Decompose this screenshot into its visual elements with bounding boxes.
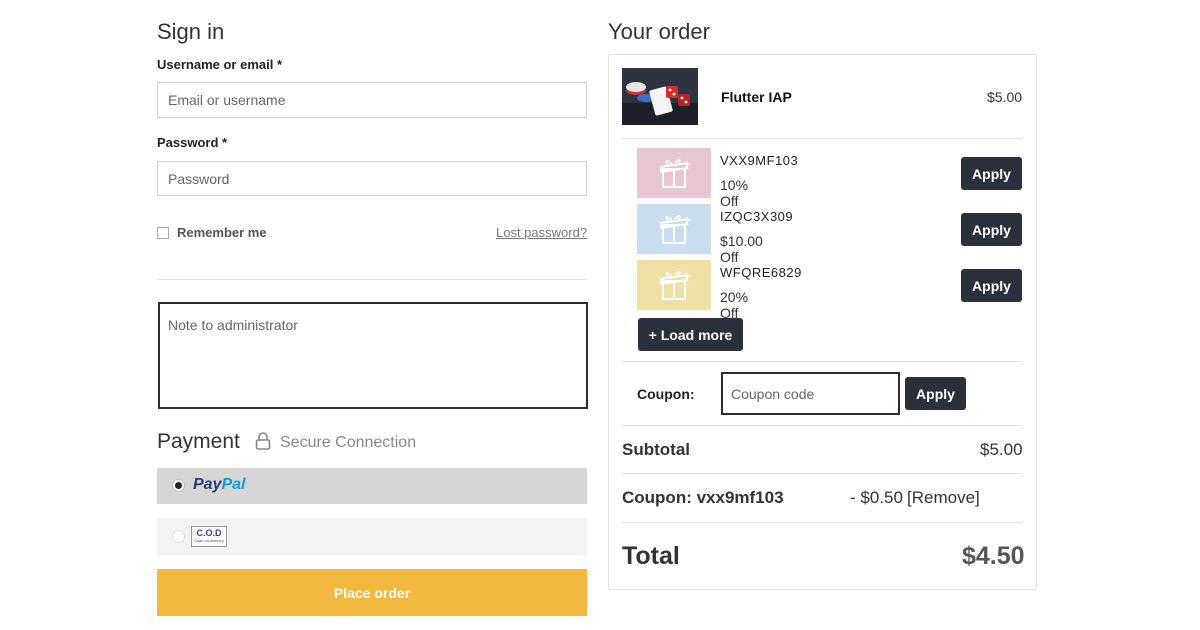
coupon-apply-button[interactable]: Apply (961, 157, 1022, 190)
coupon-discount: $10.00 Off (720, 233, 763, 265)
remove-coupon-link[interactable]: [Remove] (907, 488, 980, 508)
place-order-label: Place order (333, 584, 411, 601)
remember-me-label: Remember me (177, 225, 267, 240)
coupon-discount: 10% Off (720, 177, 749, 209)
order-divider-5 (622, 522, 1022, 523)
coupon-code: WFQRE6829 (720, 265, 802, 280)
coupon-discount: 20% Off (720, 289, 749, 321)
gift-icon (659, 215, 691, 244)
username-input[interactable]: Email or username (157, 82, 587, 118)
cod-logo: C.O.D Cash on delivery (191, 526, 227, 547)
signin-divider (157, 279, 587, 280)
total-label: Total (622, 542, 680, 570)
payment-title: Payment (157, 430, 240, 453)
applied-coupon-value: - $0.50 (850, 488, 903, 507)
secure-connection-label: Secure Connection (280, 434, 417, 451)
place-order-button[interactable]: Place order (157, 569, 587, 616)
order-title: Your order (608, 19, 710, 44)
coupon-label: Coupon: (637, 386, 695, 402)
coupon-apply-button[interactable]: Apply (961, 213, 1022, 246)
applied-coupon-label: Coupon: vxx9mf103 (622, 488, 784, 507)
lost-password-link[interactable]: Lost password? (496, 225, 587, 240)
gift-icon (659, 271, 691, 300)
subtotal-label: Subtotal (622, 440, 690, 459)
payment-option-cod[interactable]: C.O.D Cash on delivery (157, 518, 587, 555)
product-thumbnail (622, 68, 698, 125)
load-more-button[interactable]: + Load more (638, 318, 743, 351)
username-placeholder: Email or username (168, 92, 286, 108)
note-textarea[interactable]: Note to administrator (158, 302, 588, 409)
coupon-code: VXX9MF103 (720, 153, 799, 168)
paypal-logo: PayPal (193, 476, 246, 493)
coupon-image (637, 204, 711, 254)
coupon-code-input[interactable]: Coupon code (721, 372, 900, 415)
order-divider-4 (622, 473, 1022, 474)
product-name: Flutter IAP (721, 89, 792, 105)
coupon-code-placeholder: Coupon code (731, 385, 815, 402)
signin-title: Sign in (157, 19, 225, 44)
gift-icon (659, 159, 691, 188)
order-divider-2 (622, 361, 1022, 362)
lock-icon (255, 432, 271, 450)
subtotal-value: $5.00 (980, 440, 1023, 459)
order-divider-3 (622, 425, 1022, 426)
username-label: Username or email * (157, 57, 283, 72)
coupon-apply-button[interactable]: Apply (961, 269, 1022, 302)
password-placeholder: Password (168, 170, 230, 187)
coupon-image (637, 260, 711, 310)
coupon-apply-submit-button[interactable]: Apply (905, 377, 966, 410)
cod-radio[interactable] (172, 530, 185, 543)
paypal-radio[interactable] (172, 479, 185, 492)
order-divider-1 (622, 138, 1022, 139)
product-price: $5.00 (987, 89, 1023, 105)
remember-me-checkbox[interactable] (157, 227, 169, 239)
coupon-image (637, 148, 711, 198)
payment-option-paypal[interactable]: PayPal (157, 468, 587, 504)
note-placeholder: Note to administrator (168, 317, 298, 333)
password-label: Password * (157, 135, 228, 150)
password-input[interactable]: Password (157, 161, 587, 196)
coupon-code: IZQC3X309 (720, 209, 794, 224)
total-value: $4.50 (962, 542, 1025, 570)
